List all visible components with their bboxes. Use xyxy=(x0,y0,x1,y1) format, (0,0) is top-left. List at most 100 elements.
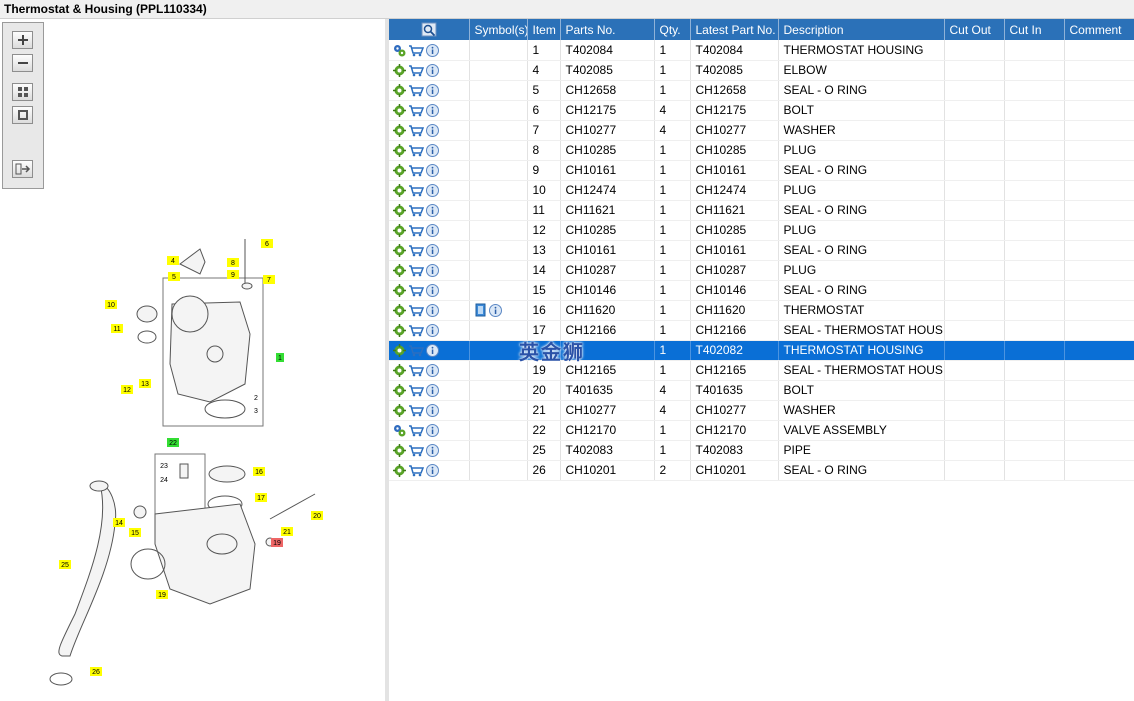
cart-icon[interactable] xyxy=(408,124,424,137)
gear-icon[interactable] xyxy=(393,184,406,198)
gear-icon[interactable] xyxy=(393,84,406,98)
cart-icon[interactable] xyxy=(408,344,424,357)
row-actions[interactable] xyxy=(389,360,470,381)
fit-window-button[interactable] xyxy=(12,106,33,124)
cart-icon[interactable] xyxy=(408,44,424,57)
row-actions[interactable] xyxy=(389,140,470,161)
row-actions[interactable] xyxy=(389,180,470,201)
row-actions[interactable] xyxy=(389,100,470,121)
table-row[interactable]: 4 T402085 1 T402085 ELBOW xyxy=(389,60,1134,81)
cart-icon[interactable] xyxy=(408,204,424,217)
column-header-5[interactable]: Latest Part No. xyxy=(690,19,779,40)
table-row[interactable]: 10 CH12474 1 CH12474 PLUG xyxy=(389,180,1134,201)
info-icon[interactable] xyxy=(426,244,439,258)
cart-icon[interactable] xyxy=(408,364,424,377)
info-icon[interactable] xyxy=(426,384,439,398)
table-row[interactable]: 21 CH10277 4 CH10277 WASHER xyxy=(389,400,1134,421)
table-row[interactable]: 15 CH10146 1 CH10146 SEAL - O RING xyxy=(389,280,1134,301)
table-row[interactable]: 1 T402082 THERMOSTAT HOUSING xyxy=(389,340,1134,361)
column-header-9[interactable]: Comment xyxy=(1064,19,1134,40)
column-header-7[interactable]: Cut Out xyxy=(944,19,1005,40)
gear-icon[interactable] xyxy=(393,204,406,218)
row-actions[interactable] xyxy=(389,460,470,481)
row-actions[interactable] xyxy=(389,320,470,341)
cart-icon[interactable] xyxy=(408,144,424,157)
row-actions[interactable] xyxy=(389,420,470,441)
gears-icon[interactable] xyxy=(393,424,406,437)
column-header-1[interactable]: Symbol(s) xyxy=(469,19,528,40)
document-icon[interactable] xyxy=(475,303,487,317)
table-row[interactable]: 6 CH12175 4 CH12175 BOLT xyxy=(389,100,1134,121)
column-header-search[interactable] xyxy=(389,19,470,40)
gear-icon[interactable] xyxy=(393,464,406,478)
cart-icon[interactable] xyxy=(408,264,424,277)
gear-icon[interactable] xyxy=(393,144,406,158)
info-icon[interactable] xyxy=(426,304,439,318)
diagram-pane[interactable]: 6 4 8 5 9 7 10 11 1 13 12 2 3 22 16 23 2… xyxy=(0,19,385,701)
info-icon[interactable] xyxy=(426,124,439,138)
export-button[interactable] xyxy=(12,160,33,178)
info-icon[interactable] xyxy=(426,204,439,218)
row-actions[interactable] xyxy=(389,40,470,61)
cart-icon[interactable] xyxy=(408,464,424,477)
gear-icon[interactable] xyxy=(393,444,406,458)
row-actions[interactable] xyxy=(389,60,470,81)
info-icon[interactable] xyxy=(426,104,439,118)
gear-icon[interactable] xyxy=(393,124,406,138)
gear-icon[interactable] xyxy=(393,404,406,418)
table-row[interactable]: 1 T402084 1 T402084 THERMOSTAT HOUSING xyxy=(389,40,1134,61)
table-row[interactable]: 17CH121661CH12166SEAL - THERMOSTAT HOUSI… xyxy=(389,320,1134,341)
cart-icon[interactable] xyxy=(408,224,424,237)
info-icon[interactable] xyxy=(426,324,439,338)
table-row[interactable]: 8 CH10285 1 CH10285 PLUG xyxy=(389,140,1134,161)
cart-icon[interactable] xyxy=(408,104,424,117)
exploded-parts-diagram[interactable]: 6 4 8 5 9 7 10 11 1 13 12 2 3 22 16 23 2… xyxy=(0,194,385,700)
row-actions[interactable] xyxy=(389,80,470,101)
table-row[interactable]: 25 T402083 1 T402083 PIPE xyxy=(389,440,1134,461)
table-row[interactable]: 16 CH11620 1 CH11620 THERMOSTAT xyxy=(389,300,1134,321)
row-actions[interactable] xyxy=(389,280,470,301)
info-icon[interactable] xyxy=(426,424,439,438)
info-icon[interactable] xyxy=(426,284,439,298)
row-actions[interactable] xyxy=(389,240,470,261)
info-icon[interactable] xyxy=(426,404,439,418)
info-icon[interactable] xyxy=(426,43,439,57)
row-actions[interactable] xyxy=(389,200,470,221)
gear-icon[interactable] xyxy=(393,244,406,258)
gear-icon[interactable] xyxy=(393,384,406,398)
gears-icon[interactable] xyxy=(393,44,406,57)
table-row[interactable]: 5 CH12658 1 CH12658 SEAL - O RING xyxy=(389,80,1134,101)
cart-icon[interactable] xyxy=(408,324,424,337)
gear-icon[interactable] xyxy=(393,364,406,378)
column-header-6[interactable]: Description xyxy=(778,19,945,40)
info-icon[interactable] xyxy=(488,303,502,317)
row-actions[interactable] xyxy=(389,260,470,281)
gear-icon[interactable] xyxy=(393,164,406,178)
info-icon[interactable] xyxy=(426,264,439,278)
row-actions[interactable] xyxy=(389,220,470,241)
row-actions[interactable] xyxy=(389,440,470,461)
info-icon[interactable] xyxy=(426,364,439,378)
cart-icon[interactable] xyxy=(408,64,424,77)
column-header-8[interactable]: Cut In xyxy=(1004,19,1065,40)
row-actions[interactable] xyxy=(389,380,470,401)
info-icon[interactable] xyxy=(426,464,439,478)
table-row[interactable]: 22 CH12170 1 CH12170 VALVE ASSEMBLY xyxy=(389,420,1134,441)
cart-icon[interactable] xyxy=(408,84,424,97)
gear-icon[interactable] xyxy=(393,304,406,318)
gear-icon[interactable] xyxy=(393,344,406,358)
table-row[interactable]: 12 CH10285 1 CH10285 PLUG xyxy=(389,220,1134,241)
info-icon[interactable] xyxy=(426,344,439,358)
cart-icon[interactable] xyxy=(408,184,424,197)
column-header-3[interactable]: Parts No. xyxy=(560,19,655,40)
info-icon[interactable] xyxy=(426,84,439,98)
column-header-2[interactable]: Item xyxy=(527,19,561,40)
row-actions[interactable] xyxy=(389,300,470,321)
row-actions[interactable] xyxy=(389,340,470,361)
gear-icon[interactable] xyxy=(393,64,406,78)
cart-icon[interactable] xyxy=(408,424,424,437)
cart-icon[interactable] xyxy=(408,164,424,177)
magnifier-icon[interactable] xyxy=(421,22,437,37)
gear-icon[interactable] xyxy=(393,264,406,278)
row-actions[interactable] xyxy=(389,400,470,421)
